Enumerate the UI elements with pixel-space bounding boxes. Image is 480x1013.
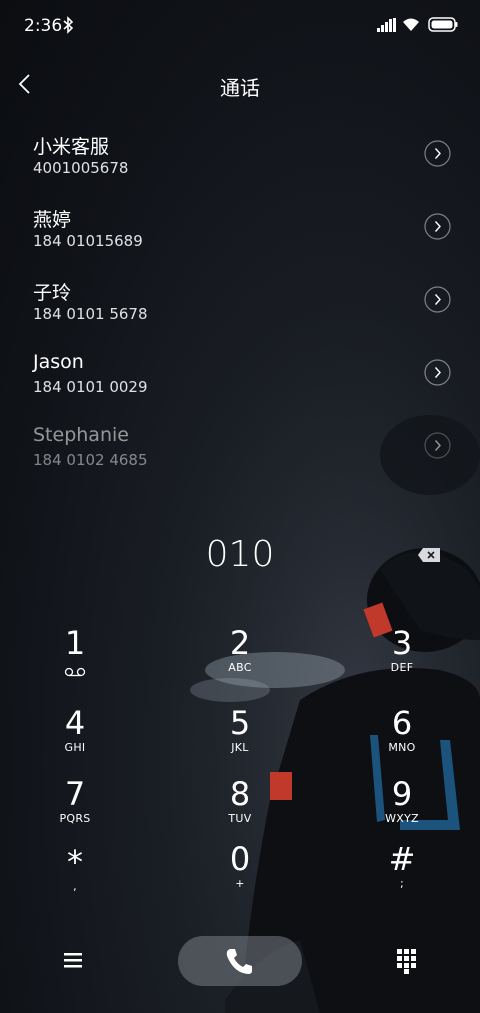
key-digit: * [67, 843, 83, 881]
key-digit: 7 [64, 775, 86, 813]
menu-icon[interactable] [62, 950, 84, 970]
contact-row[interactable]: Jason 184 0101 0029 [0, 337, 480, 409]
status-time: 2:36 [24, 16, 63, 36]
key-letters: JKL [231, 741, 249, 754]
contact-number: 184 01015689 [33, 232, 143, 250]
key-7[interactable]: 7 PQRS [20, 775, 130, 837]
call-button[interactable] [178, 936, 302, 986]
dialpad-grid-icon[interactable] [396, 948, 416, 974]
key-0[interactable]: 0 + [185, 840, 295, 902]
contact-name: 燕婷 [33, 209, 72, 231]
contact-number: 184 0102 4685 [33, 451, 148, 469]
contact-name: Jason [33, 351, 84, 373]
key-hash[interactable]: # ; [347, 840, 457, 902]
backspace-icon[interactable] [418, 548, 440, 562]
key-digit: 5 [229, 704, 251, 742]
contact-row[interactable]: Stephanie 184 0102 4685 [0, 410, 480, 482]
key-8[interactable]: 8 TUV [185, 775, 295, 837]
chevron-right-icon[interactable] [424, 213, 451, 240]
contact-number: 184 0101 5678 [33, 305, 148, 323]
key-letters: MNO [388, 741, 416, 754]
key-9[interactable]: 9 WXYZ [347, 775, 457, 837]
status-bar: 2:36 [0, 0, 480, 54]
contact-name: Stephanie [33, 424, 129, 446]
dialed-number: 010 [205, 534, 275, 575]
bluetooth-icon [63, 16, 74, 34]
key-digit: 2 [229, 624, 251, 662]
key-5[interactable]: 5 JKL [185, 704, 295, 766]
dial-display: 010 [0, 530, 480, 580]
key-digit: 0 [229, 840, 251, 878]
contact-number: 184 0101 0029 [33, 378, 148, 396]
key-1[interactable]: 1 [20, 624, 130, 686]
contact-name: 小米客服 [33, 136, 110, 158]
key-star[interactable]: * , [20, 843, 130, 905]
battery-icon [428, 17, 458, 32]
key-4[interactable]: 4 GHI [20, 704, 130, 766]
key-letters: TUV [228, 812, 252, 825]
key-letters: , [73, 880, 77, 893]
key-letters: WXYZ [385, 812, 419, 825]
key-3[interactable]: 3 DEF [347, 624, 457, 686]
contact-name: 子玲 [33, 282, 72, 304]
key-letters: ABC [228, 661, 252, 674]
contact-row[interactable]: 小米客服 4001005678 [0, 118, 480, 190]
key-digit: 4 [64, 704, 86, 742]
key-digit: 6 [391, 704, 413, 742]
key-6[interactable]: 6 MNO [347, 704, 457, 766]
key-letters: + [235, 877, 245, 890]
key-2[interactable]: 2 ABC [185, 624, 295, 686]
chevron-right-icon[interactable] [424, 286, 451, 313]
page-title: 通话 [220, 76, 260, 100]
contact-number: 4001005678 [33, 159, 129, 177]
key-digit: 3 [391, 624, 413, 662]
header: 通话 [0, 60, 480, 110]
contact-row[interactable]: 燕婷 184 01015689 [0, 191, 480, 263]
contact-row[interactable]: 子玲 184 0101 5678 [0, 264, 480, 336]
chevron-right-icon[interactable] [424, 140, 451, 167]
bottom-bar [0, 936, 480, 988]
key-digit: 9 [391, 775, 413, 813]
key-letters: PQRS [59, 812, 91, 825]
key-digit: 1 [64, 624, 86, 662]
key-letters: GHI [64, 741, 86, 754]
wifi-icon [403, 18, 419, 31]
voicemail-icon [64, 667, 86, 677]
chevron-right-icon[interactable] [424, 359, 451, 386]
contact-list: 小米客服 4001005678 燕婷 184 01015689 子玲 184 0… [0, 118, 480, 469]
phone-icon [226, 949, 252, 974]
signal-icon [377, 18, 396, 32]
key-letters: ; [399, 877, 404, 890]
key-digit: 8 [229, 775, 251, 813]
chevron-right-icon[interactable] [424, 432, 451, 459]
key-letters: DEF [390, 661, 414, 674]
key-digit: # [388, 840, 416, 878]
